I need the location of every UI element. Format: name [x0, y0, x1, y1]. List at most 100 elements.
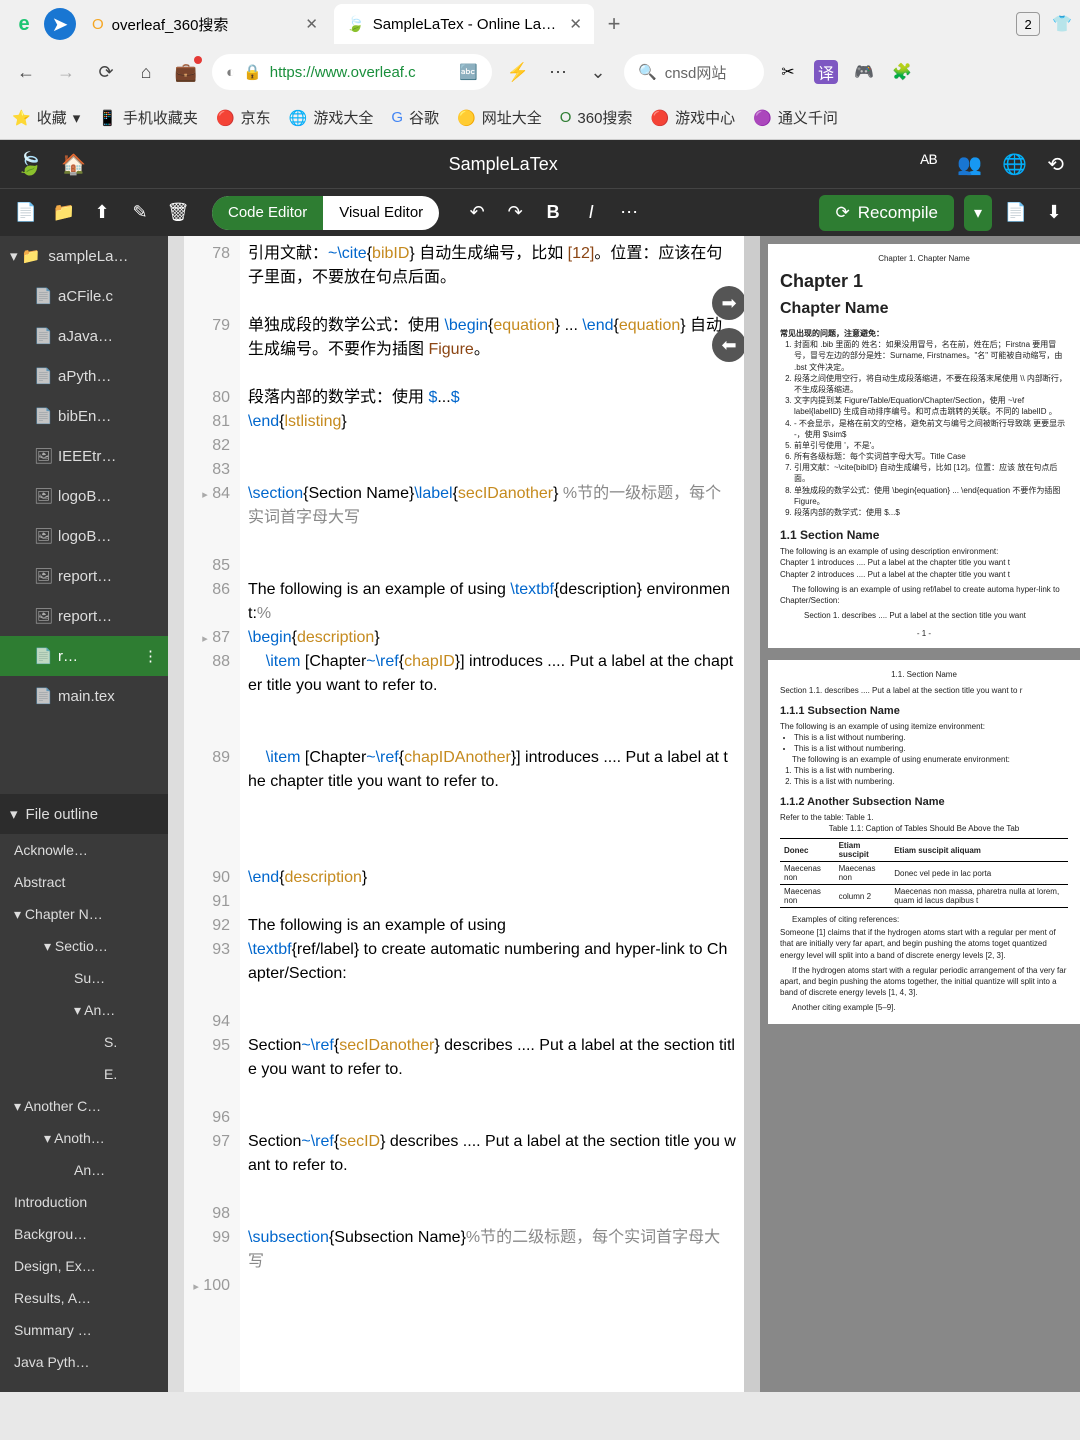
pdf-table: DonecEtiam suscipitEtiam suscipit aliqua…: [780, 838, 1068, 908]
upload-icon[interactable]: ⬆: [88, 202, 116, 223]
share-icon[interactable]: 👥: [957, 152, 982, 177]
file-item[interactable]: 🖼IEEEtr…: [0, 436, 168, 476]
redo-icon[interactable]: ↷: [501, 202, 529, 223]
outline-item[interactable]: Summary …: [0, 1314, 168, 1346]
home-button[interactable]: ⌂: [132, 58, 160, 86]
tab-2[interactable]: 🍃 SampleLaTex - Online LaTeX ✕: [334, 4, 594, 44]
visual-editor-button[interactable]: Visual Editor: [323, 196, 439, 230]
briefcase-icon[interactable]: 💼: [172, 58, 200, 86]
outline-item[interactable]: E.: [0, 1058, 168, 1090]
bookmark-mobile[interactable]: 📱 手机收藏夹: [98, 107, 198, 128]
code-editor-button[interactable]: Code Editor: [212, 196, 323, 230]
translate-icon[interactable]: 🔤: [459, 63, 478, 81]
logs-icon[interactable]: 📄: [1002, 202, 1030, 223]
browser-logo-icon[interactable]: e: [8, 8, 40, 40]
overleaf-logo-icon[interactable]: 🍃: [16, 151, 43, 177]
outline-header[interactable]: ▾ File outline: [0, 794, 168, 834]
file-tree: ▾ 📁 sampleLa… 📄aCFile.c📄aJava…📄aPyth…📄bi…: [0, 236, 168, 794]
bold-icon[interactable]: B: [539, 202, 567, 223]
more-format-icon[interactable]: ⋯: [615, 202, 643, 223]
undo-icon[interactable]: ↶: [463, 202, 491, 223]
editor-toggle: Code Editor Visual Editor: [212, 196, 439, 230]
file-item[interactable]: 🖼report…: [0, 556, 168, 596]
lock-icon: 🔒: [243, 63, 262, 81]
search-input[interactable]: 🔍 cnsd网站: [624, 54, 764, 90]
address-bar[interactable]: ◐ 🔒 https://www.overleaf.c 🔤: [212, 54, 492, 90]
bookmark-star[interactable]: ⭐ 收藏 ▾: [12, 107, 80, 128]
file-item[interactable]: 📄main.tex: [0, 676, 168, 716]
recompile-button[interactable]: ⟳ Recompile: [819, 195, 954, 231]
new-folder-icon[interactable]: 📁: [50, 202, 78, 223]
file-item[interactable]: 📄aJava…: [0, 316, 168, 356]
bookmark-google[interactable]: G 谷歌: [391, 107, 439, 128]
close-icon[interactable]: ✕: [569, 15, 582, 33]
tshirt-icon[interactable]: 👕: [1052, 14, 1072, 34]
more-icon[interactable]: ⋯: [544, 58, 572, 86]
recompile-dropdown[interactable]: ▾: [964, 195, 992, 231]
editor-scrollbar[interactable]: [744, 236, 760, 1392]
game-icon[interactable]: 🎮: [852, 60, 876, 84]
new-file-icon[interactable]: 📄: [12, 202, 40, 223]
outline-item[interactable]: Su…: [0, 962, 168, 994]
code-editor[interactable]: 787980818283▸ 848586▸ 878889909192939495…: [184, 236, 744, 1392]
file-tree-root[interactable]: ▾ 📁 sampleLa…: [0, 236, 168, 276]
file-item[interactable]: 📄bibEn…: [0, 396, 168, 436]
collapse-left-icon[interactable]: ⬅: [712, 328, 744, 362]
outline-item[interactable]: Abstract: [0, 866, 168, 898]
file-item[interactable]: 📄r…⋮: [0, 636, 168, 676]
file-item[interactable]: 📄aCFile.c: [0, 276, 168, 316]
chevron-down-icon[interactable]: ⌄: [584, 58, 612, 86]
forward-button[interactable]: →: [52, 58, 80, 86]
outline-item[interactable]: Design, Ex…: [0, 1250, 168, 1282]
file-item[interactable]: 🖼logoB…: [0, 516, 168, 556]
outline-item[interactable]: An…: [0, 1154, 168, 1186]
rename-icon[interactable]: ✎: [126, 202, 154, 223]
translate-ext-icon[interactable]: 译: [814, 60, 838, 84]
bookmark-360[interactable]: O 360搜索: [560, 107, 633, 128]
back-button[interactable]: ←: [12, 58, 40, 86]
chat-icon[interactable]: ⟲: [1047, 152, 1064, 177]
puzzle-icon[interactable]: 🧩: [890, 60, 914, 84]
outline-item[interactable]: ▾ Sectio…: [0, 930, 168, 962]
outline-item[interactable]: ▾ Another C…: [0, 1090, 168, 1122]
overleaf-header: 🍃 🏠 SampleLaTex ᴬᴮ 👥 🌐 ⟲: [0, 140, 1080, 188]
bookmark-ty[interactable]: 🟣 通义千问: [753, 107, 838, 128]
outline-item[interactable]: Java Pyth…: [0, 1346, 168, 1378]
outline-item[interactable]: Introduction: [0, 1186, 168, 1218]
url-text: https://www.overleaf.c: [270, 64, 416, 81]
outline-item[interactable]: ▾ Chapter N…: [0, 898, 168, 930]
reload-button[interactable]: ⟳: [92, 58, 120, 86]
bookmark-nav[interactable]: 🟡 网址大全: [457, 107, 542, 128]
history-icon[interactable]: 🌐: [1002, 152, 1027, 177]
bookmark-gamecenter[interactable]: 🔴 游戏中心: [650, 107, 735, 128]
code-area[interactable]: 引用文献：~\cite{bibID} 自动生成编号，比如 [12]。位置：应该在…: [240, 236, 744, 1392]
download-icon[interactable]: ⬇: [1040, 202, 1068, 223]
search-icon: 🔍: [638, 63, 657, 81]
file-item[interactable]: 🖼logoB…: [0, 476, 168, 516]
outline-item[interactable]: ▾ Anoth…: [0, 1122, 168, 1154]
collapse-right-icon[interactable]: ➡: [712, 286, 744, 320]
home-icon[interactable]: 🏠: [61, 152, 86, 177]
outline-item[interactable]: Acknowle…: [0, 834, 168, 866]
counter-badge[interactable]: 2: [1016, 12, 1040, 36]
compass-icon[interactable]: ➤: [44, 8, 76, 40]
file-scrollbar[interactable]: [168, 236, 184, 1392]
close-icon[interactable]: ✕: [305, 15, 318, 33]
pdf-preview[interactable]: Chapter 1. Chapter Name Chapter 1 Chapte…: [760, 236, 1080, 1392]
tab-1[interactable]: O overleaf_360搜索 ✕: [80, 4, 330, 44]
bookmark-jd[interactable]: 🔴 京东: [216, 107, 271, 128]
outline-item[interactable]: S.: [0, 1026, 168, 1058]
outline-item[interactable]: Backgrou…: [0, 1218, 168, 1250]
outline-item[interactable]: ▾ An…: [0, 994, 168, 1026]
file-item[interactable]: 📄aPyth…: [0, 356, 168, 396]
gutter: 787980818283▸ 848586▸ 878889909192939495…: [184, 236, 240, 1392]
review-icon[interactable]: ᴬᴮ: [920, 152, 937, 177]
italic-icon[interactable]: I: [577, 202, 605, 223]
delete-icon[interactable]: 🗑: [164, 202, 192, 223]
file-item[interactable]: 🖼report…: [0, 596, 168, 636]
new-tab-button[interactable]: +: [598, 8, 630, 40]
outline-item[interactable]: Results, A…: [0, 1282, 168, 1314]
cut-icon[interactable]: ✂: [776, 60, 800, 84]
bookmark-game[interactable]: 🌐 游戏大全: [289, 107, 374, 128]
flash-icon[interactable]: ⚡: [504, 58, 532, 86]
